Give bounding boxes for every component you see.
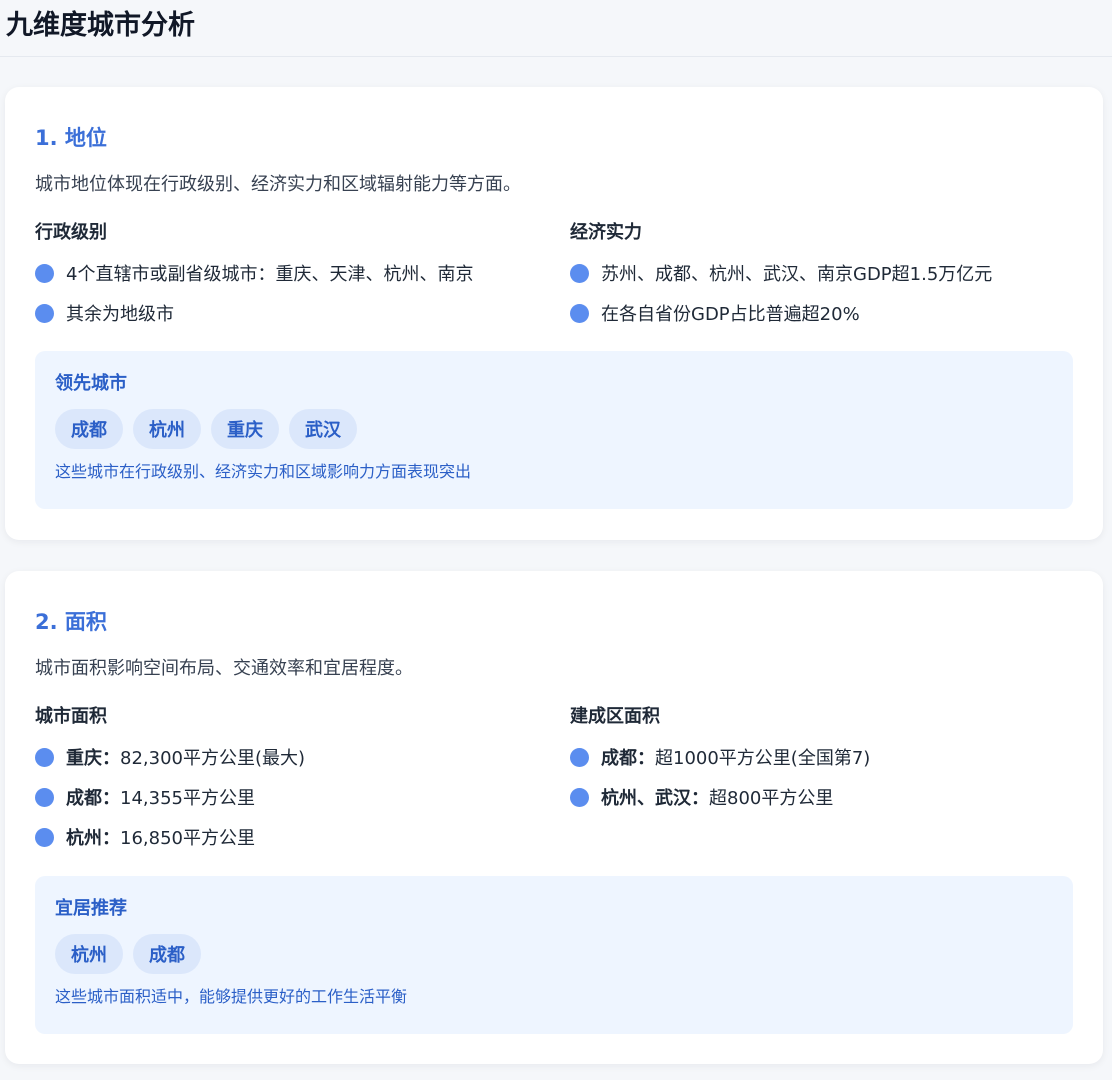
city-tag[interactable]: 武汉: [289, 409, 357, 449]
item-label: 杭州：: [66, 828, 120, 849]
column-built-area: 建成区面积 成都： 超1000平方公里(全国第7) 杭州、武汉： 超800平方公…: [570, 703, 1090, 823]
item-text: 超800平方公里: [709, 788, 834, 809]
page-title: 九维度城市分析: [6, 10, 195, 41]
section-title: 2. 面积: [35, 610, 107, 634]
tag-list: 杭州 成都: [55, 934, 1053, 974]
city-tag[interactable]: 成都: [55, 409, 123, 449]
city-tag[interactable]: 杭州: [133, 409, 201, 449]
bullet-dot-icon: [35, 263, 54, 283]
item-text: 4个直辖市或副省级城市：重庆、天津、杭州、南京: [66, 264, 474, 285]
section-description: 城市面积影响空间布局、交通效率和宜居程度。: [35, 658, 413, 679]
bullet-dot-icon: [35, 303, 54, 323]
city-tag[interactable]: 重庆: [211, 409, 279, 449]
item-label: 成都：: [601, 748, 655, 769]
item-text: 超1000平方公里(全国第7): [655, 748, 871, 769]
bullet-dot-icon: [570, 303, 589, 323]
list-item: 成都： 14,355平方公里: [35, 783, 555, 811]
bullet-dot-icon: [570, 263, 589, 283]
bullet-dot-icon: [35, 827, 54, 847]
column-title: 经济实力: [570, 222, 642, 243]
column-title: 行政级别: [35, 222, 107, 243]
tag-list: 成都 杭州 重庆 武汉: [55, 409, 1053, 449]
section-description: 城市地位体现在行政级别、经济实力和区域辐射能力等方面。: [35, 174, 521, 195]
callout-title: 宜居推荐: [55, 898, 127, 919]
list-item: 成都： 超1000平方公里(全国第7): [570, 743, 1090, 771]
item-text: 其余为地级市: [66, 304, 174, 325]
bullet-dot-icon: [35, 787, 54, 807]
column-admin-level: 行政级别 4个直辖市或副省级城市：重庆、天津、杭州、南京 其余为地级市: [35, 219, 555, 339]
bullet-dot-icon: [35, 747, 54, 767]
item-text: 82,300平方公里(最大): [120, 748, 306, 769]
list-item: 苏州、成都、杭州、武汉、南京GDP超1.5万亿元: [570, 259, 1090, 287]
item-text: 16,850平方公里: [120, 828, 255, 849]
item-text: 苏州、成都、杭州、武汉、南京GDP超1.5万亿元: [601, 264, 993, 285]
column-title: 城市面积: [35, 706, 107, 727]
city-tag[interactable]: 杭州: [55, 934, 123, 974]
item-label: 成都：: [66, 788, 120, 809]
section-card-area: 2. 面积 城市面积影响空间布局、交通效率和宜居程度。 城市面积 重庆： 82,…: [5, 571, 1103, 1064]
section-title: 1. 地位: [35, 126, 107, 150]
list-item: 杭州、武汉： 超800平方公里: [570, 783, 1090, 811]
column-title: 建成区面积: [570, 706, 660, 727]
item-label: 杭州、武汉：: [601, 788, 709, 809]
column-city-area: 城市面积 重庆： 82,300平方公里(最大) 成都： 14,355平方公里 杭…: [35, 703, 555, 863]
bullet-dot-icon: [570, 747, 589, 767]
callout-title: 领先城市: [55, 373, 127, 394]
callout-leading-cities: 领先城市 成都 杭州 重庆 武汉 这些城市在行政级别、经济实力和区域影响力方面表…: [35, 351, 1073, 509]
section-card-status: 1. 地位 城市地位体现在行政级别、经济实力和区域辐射能力等方面。 行政级别 4…: [5, 87, 1103, 540]
callout-note: 这些城市在行政级别、经济实力和区域影响力方面表现突出: [55, 462, 472, 481]
callout-livable-recommendation: 宜居推荐 杭州 成都 这些城市面积适中，能够提供更好的工作生活平衡: [35, 876, 1073, 1034]
list-item: 其余为地级市: [35, 299, 555, 327]
item-label: 重庆：: [66, 748, 120, 769]
city-tag[interactable]: 成都: [133, 934, 201, 974]
callout-note: 这些城市面积适中，能够提供更好的工作生活平衡: [55, 987, 408, 1006]
page-header: 九维度城市分析: [0, 0, 1112, 57]
item-text: 14,355平方公里: [120, 788, 255, 809]
item-text: 在各自省份GDP占比普遍超20%: [601, 304, 860, 325]
list-item: 重庆： 82,300平方公里(最大): [35, 743, 555, 771]
bullet-dot-icon: [570, 787, 589, 807]
list-item: 4个直辖市或副省级城市：重庆、天津、杭州、南京: [35, 259, 555, 287]
list-item: 杭州： 16,850平方公里: [35, 823, 555, 851]
column-economic-strength: 经济实力 苏州、成都、杭州、武汉、南京GDP超1.5万亿元 在各自省份GDP占比…: [570, 219, 1090, 339]
list-item: 在各自省份GDP占比普遍超20%: [570, 299, 1090, 327]
